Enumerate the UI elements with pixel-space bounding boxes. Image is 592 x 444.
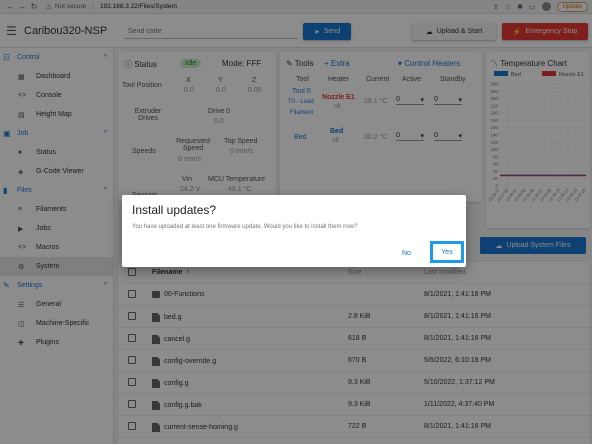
install-updates-dialog: Install updates? You have uploaded at le… (122, 195, 466, 267)
yes-button[interactable]: Yes (430, 241, 464, 263)
dialog-title: Install updates? (132, 203, 217, 217)
dialog-message: You have uploaded at least one firmware … (132, 224, 358, 230)
no-button[interactable]: No (402, 250, 411, 257)
